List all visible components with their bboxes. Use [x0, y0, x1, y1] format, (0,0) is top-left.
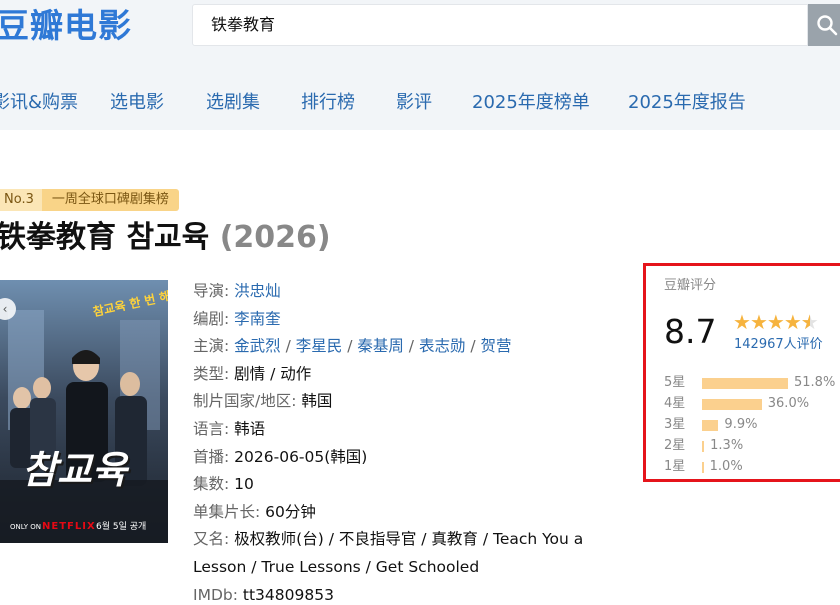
dist-bar [702, 399, 762, 410]
nav-item-tv[interactable]: 选剧集 [206, 92, 260, 114]
poster-image[interactable]: ‹ 참교육 한 번 해볼래? 참교육 ONLY ON NETFLIX 6월 5일… [0, 280, 168, 543]
dist-label: 5星 [664, 375, 686, 390]
premiere-value: 2026-06-05(韩国) [234, 447, 368, 466]
premiere-row: 首播: 2026-06-05(韩国) [193, 444, 633, 472]
dist-pct: 1.3% [710, 438, 744, 453]
title-year: (2026) [219, 220, 331, 255]
poster-artwork [0, 280, 168, 543]
episodes-label: 集数: [193, 475, 230, 494]
language-value: 韩语 [234, 419, 266, 438]
episodes-value: 10 [234, 475, 254, 494]
dist-pct: 1.0% [709, 459, 743, 474]
writer-label: 编剧: [193, 309, 230, 328]
genre-label: 类型: [193, 364, 230, 383]
netflix-logo: NETFLIX [42, 521, 96, 532]
dist-label: 3星 [664, 417, 686, 432]
country-value: 韩国 [301, 392, 333, 411]
dist-row-3: 3星 9.9% [664, 416, 839, 437]
language-row: 语言: 韩语 [193, 416, 633, 444]
cast-link[interactable]: 秦基周 [357, 337, 404, 355]
cast-link[interactable]: 贺营 [481, 337, 512, 355]
cast-link[interactable]: 金武烈 [234, 337, 281, 355]
nav-item-reviews[interactable]: 影评 [396, 92, 432, 114]
nav-item-movies[interactable]: 选电影 [110, 92, 164, 114]
rating-panel: 豆瓣评分 8.7 ★★★★★ 142967人评价 5星 51.8% 4星 36.… [643, 263, 840, 482]
language-label: 语言: [193, 419, 230, 438]
dist-pct: 9.9% [724, 417, 758, 432]
genre-value: 剧情 / 动作 [234, 364, 312, 383]
search-button[interactable] [808, 4, 840, 46]
poster-korean-title: 참교육 [22, 448, 127, 492]
cast-link[interactable]: 表志勋 [419, 337, 466, 355]
nav-item-annual-list[interactable]: 2025年度榜单 [472, 92, 590, 114]
nav-item-charts[interactable]: 排行榜 [301, 92, 355, 114]
country-label: 制片国家/地区: [193, 392, 297, 411]
dist-row-1: 1星 1.0% [664, 458, 839, 479]
rating-distribution: 5星 51.8% 4星 36.0% 3星 9.9% 2星 1.3% 1星 1.0… [664, 374, 839, 479]
star-icon: ★ [783, 310, 802, 334]
badge-rank: No.3 [0, 189, 42, 211]
site-logo[interactable]: 豆瓣电影 [0, 4, 132, 48]
dist-label: 1星 [664, 459, 686, 474]
star-icon: ★ [749, 310, 768, 334]
page-title: 铁拳教育 참교육 (2026) [0, 218, 331, 258]
star-icon: ★ [766, 310, 785, 334]
writer-link[interactable]: 李南奎 [234, 310, 281, 328]
dist-pct: 51.8% [794, 375, 836, 390]
main-nav: 影讯&购票 选电影 选剧集 排行榜 影评 2025年度榜单 2025年度报告 [0, 58, 840, 130]
title-main: 铁拳教育 참교육 [0, 220, 210, 255]
aka-row: 又名: 极权教师(台) / 不良指导官 / 真教育 / Teach You a … [193, 526, 613, 581]
info-panel: 导演: 洪忠灿 编剧: 李南奎 主演: 金武烈 / 李星民 / 秦基周 / 表志… [193, 278, 633, 605]
poster-only-on: ONLY ON [10, 523, 41, 531]
star-icon: ★ [733, 310, 751, 334]
aka-label: 又名: [193, 530, 230, 549]
dist-label: 4星 [664, 396, 686, 411]
half-star-icon: ★ [801, 311, 819, 333]
cast-label: 主演: [193, 337, 230, 356]
director-label: 导演: [193, 282, 230, 300]
imdb-label: IMDb: [193, 585, 238, 604]
poster-date: 6월 5일 공개 [96, 522, 147, 532]
aka-value: 极权教师(台) / 不良指导官 / 真教育 / Teach You a Less… [193, 530, 584, 576]
badge-list-name: 一周全球口碑剧集榜 [41, 189, 179, 211]
country-row: 制片国家/地区: 韩国 [193, 388, 633, 416]
cast-link[interactable]: 李星民 [296, 337, 343, 355]
premiere-label: 首播: [193, 447, 230, 466]
cast-row: 主演: 金武烈 / 李星民 / 秦基周 / 表志勋 / 贺营 [193, 337, 512, 356]
dist-label: 2星 [664, 438, 686, 453]
dist-bar [702, 462, 704, 473]
runtime-row: 单集片长: 60分钟 [193, 499, 633, 527]
rating-label: 豆瓣评分 [664, 278, 717, 293]
rating-stars: ★★★★★ [733, 310, 819, 334]
writer-row: 编剧: 李南奎 [193, 306, 633, 334]
search-input[interactable]: 铁拳教育 [192, 4, 808, 46]
dist-row-2: 2星 1.3% [664, 437, 839, 458]
nav-item-showtimes[interactable]: 影讯&购票 [0, 92, 78, 114]
dist-row-4: 4星 36.0% [664, 395, 839, 416]
imdb-value: tt34809853 [242, 585, 334, 604]
dist-bar [702, 441, 705, 452]
ranking-badge[interactable]: No.3 一周全球口碑剧集榜 [0, 189, 179, 211]
nav-item-annual-report[interactable]: 2025年度报告 [628, 92, 746, 114]
top-bar: 豆瓣电影 铁拳教育 [0, 0, 840, 58]
search-icon [817, 15, 838, 36]
rating-score: 8.7 [664, 312, 717, 351]
dist-bar [702, 378, 788, 389]
imdb-row: IMDb: tt34809853 [193, 582, 633, 605]
runtime-label: 单集片长: [193, 502, 261, 521]
director-link[interactable]: 洪忠灿 [234, 282, 281, 300]
dist-bar [702, 420, 719, 431]
runtime-value: 60分钟 [265, 502, 316, 521]
genre-row: 类型: 剧情 / 动作 [193, 361, 633, 389]
dist-pct: 36.0% [767, 396, 810, 411]
vote-count-link[interactable]: 142967人评价 [734, 336, 823, 354]
episodes-row: 集数: 10 [193, 471, 633, 499]
director-row: 导演: 洪忠灿 [193, 278, 633, 306]
dist-row-5: 5星 51.8% [664, 374, 839, 395]
